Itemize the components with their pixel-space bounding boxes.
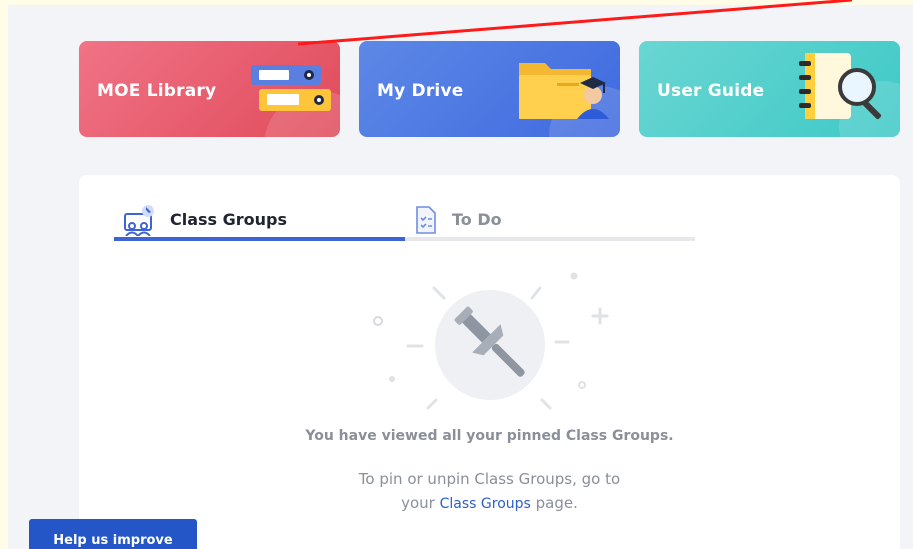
annotation-line — [297, 0, 853, 46]
help-us-improve-button[interactable]: Help us improve — [29, 519, 197, 549]
